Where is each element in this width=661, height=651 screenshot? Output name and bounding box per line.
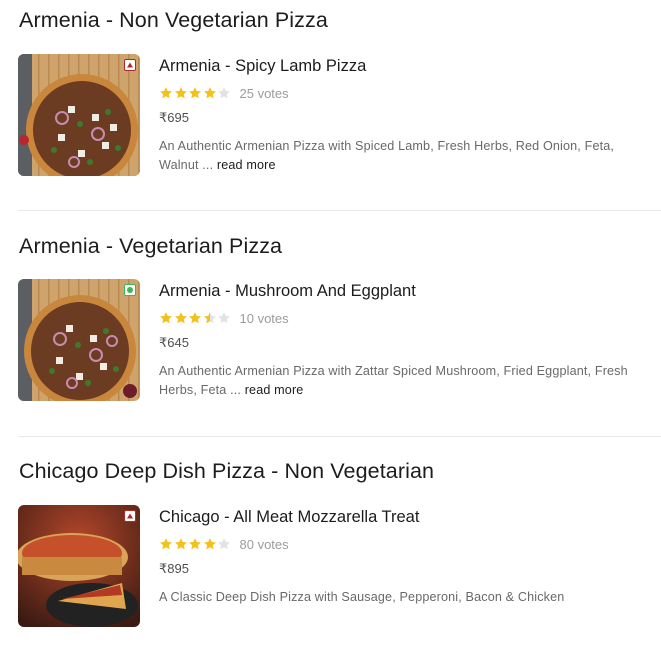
item-name[interactable]: Armenia - Spicy Lamb Pizza [159,57,366,76]
star-icon [217,537,231,551]
dish-image[interactable] [18,54,140,176]
star-icon [203,537,217,551]
non-veg-mark-icon [124,510,136,522]
pizza-photo-icon [18,505,140,627]
section-title: Armenia - Non Vegetarian Pizza [19,8,328,32]
item-price: ₹695 [159,110,189,125]
dish-image[interactable] [18,279,140,401]
star-icon [188,86,202,100]
rating: 10 votes [159,310,289,326]
star-icon [174,311,188,325]
read-more-link[interactable]: read more [217,158,276,172]
pizza-photo-icon [18,54,140,176]
star-icon [188,537,202,551]
rating: 80 votes [159,536,289,552]
star-icon [174,537,188,551]
item-description: A Classic Deep Dish Pizza with Sausage, … [159,588,629,607]
pizza-photo-icon [18,279,140,401]
item-description: An Authentic Armenian Pizza with Spiced … [159,137,629,174]
votes-count: 10 votes [239,310,289,326]
read-more-link[interactable]: read more [245,383,304,397]
votes-count: 25 votes [239,85,289,101]
description-text: A Classic Deep Dish Pizza with Sausage, … [159,590,565,604]
star-icon [203,311,217,325]
star-icon [217,311,231,325]
star-icon [203,86,217,100]
star-icon [159,311,173,325]
divider [18,210,661,211]
star-icon [188,311,202,325]
item-price: ₹645 [159,335,189,350]
dish-image[interactable] [18,505,140,627]
star-rating [159,311,232,325]
item-description: An Authentic Armenian Pizza with Zattar … [159,362,629,399]
divider [18,436,661,437]
menu-item[interactable]: Chicago - All Meat Mozzarella Treat 80 v… [18,505,658,629]
rating: 25 votes [159,85,289,101]
item-price: ₹895 [159,561,189,576]
star-icon [217,86,231,100]
description-text: An Authentic Armenian Pizza with Zattar … [159,364,628,397]
item-name[interactable]: Chicago - All Meat Mozzarella Treat [159,508,419,527]
star-icon [159,537,173,551]
star-rating [159,86,232,100]
section-title: Armenia - Vegetarian Pizza [19,234,283,258]
non-veg-mark-icon [124,59,136,71]
veg-mark-icon [124,284,136,296]
item-name[interactable]: Armenia - Mushroom And Eggplant [159,282,416,301]
star-rating [159,537,232,551]
menu-item[interactable]: Armenia - Mushroom And Eggplant 10 votes… [18,279,658,403]
star-icon [174,86,188,100]
menu-item[interactable]: Armenia - Spicy Lamb Pizza 25 votes ₹695… [18,54,658,178]
section-title: Chicago Deep Dish Pizza - Non Vegetarian [19,459,435,483]
votes-count: 80 votes [239,536,289,552]
star-icon [159,86,173,100]
